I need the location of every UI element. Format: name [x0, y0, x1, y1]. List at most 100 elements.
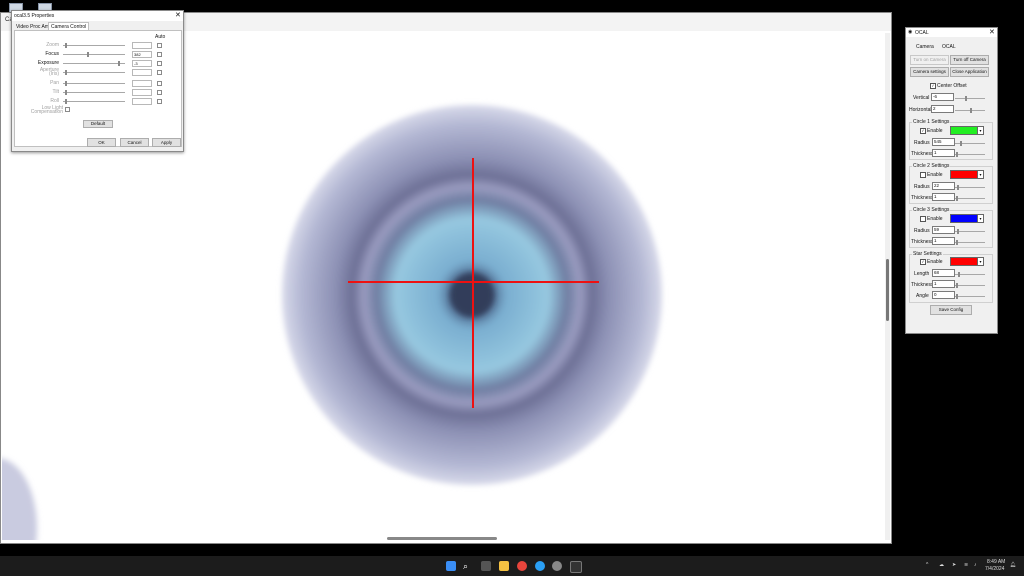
circle3-radius-slider[interactable]	[955, 229, 985, 234]
exposure-slider[interactable]	[63, 61, 125, 66]
circle2-color-swatch[interactable]	[950, 170, 978, 179]
focus-value[interactable]: 382	[132, 51, 152, 58]
circle1-thickness-label: Thickness	[911, 151, 934, 157]
center-offset-label: Center Offset	[937, 83, 967, 89]
row-aperture: Aperture (Iris)	[15, 68, 181, 78]
circle3-thickness-slider[interactable]	[955, 240, 985, 245]
row-tilt: Tilt	[15, 88, 181, 96]
file-explorer-icon[interactable]	[499, 561, 509, 571]
default-button[interactable]: Default	[83, 120, 113, 128]
send-icon[interactable]: ➤	[952, 562, 956, 568]
star-angle-slider[interactable]	[955, 294, 985, 299]
circle2-radius-input[interactable]: 22	[932, 182, 955, 190]
chevron-down-icon[interactable]: ▾	[977, 126, 984, 135]
chevron-down-icon[interactable]: ▾	[977, 170, 984, 179]
save-config-button[interactable]: Save Config	[930, 305, 972, 315]
menu-camera[interactable]: Camera	[916, 44, 934, 50]
circle2-enable-checkbox[interactable]	[920, 172, 926, 178]
app-icon: ◉	[908, 29, 913, 35]
search-icon[interactable]: ⌕	[463, 561, 473, 571]
camera-settings-button[interactable]: Camera settings	[910, 67, 949, 77]
star-length-slider[interactable]	[955, 272, 985, 277]
zoom-auto-checkbox[interactable]	[157, 43, 162, 48]
pan-slider[interactable]	[63, 81, 125, 86]
horizontal-input[interactable]: 2	[931, 105, 954, 113]
vertical-scrollbar[interactable]	[885, 33, 890, 540]
horizontal-scroll-thumb[interactable]	[387, 537, 497, 540]
exposure-auto-checkbox[interactable]	[157, 61, 162, 66]
wifi-icon[interactable]: ≋	[964, 562, 968, 568]
zoom-value[interactable]	[132, 42, 152, 49]
chrome-icon[interactable]	[517, 561, 527, 571]
circle3-color-swatch[interactable]	[950, 214, 978, 223]
aperture-slider[interactable]	[63, 70, 125, 75]
close-application-button[interactable]: Close Application	[950, 67, 989, 77]
vertical-input[interactable]: -6	[931, 93, 954, 101]
chevron-down-icon[interactable]: ▾	[977, 214, 984, 223]
circle1-radius-input[interactable]: 545	[932, 138, 955, 146]
circle1-color-swatch[interactable]	[950, 126, 978, 135]
cloud-icon[interactable]: ☁	[939, 562, 944, 568]
close-icon[interactable]: ✕	[989, 28, 995, 36]
horizontal-slider[interactable]	[955, 108, 985, 113]
star-enable-checkbox[interactable]: ✓	[920, 259, 926, 265]
tilt-auto-checkbox[interactable]	[157, 90, 162, 95]
roll-value[interactable]	[132, 98, 152, 105]
apply-button[interactable]: Apply	[152, 138, 181, 147]
tilt-value[interactable]	[132, 89, 152, 96]
circle2-thickness-input[interactable]: 1	[932, 193, 955, 201]
star-title: Star Settings	[912, 251, 943, 257]
volume-icon[interactable]: ♪	[974, 562, 977, 568]
low-light-checkbox[interactable]	[65, 107, 70, 112]
focus-auto-checkbox[interactable]	[157, 52, 162, 57]
circle3-enable-checkbox[interactable]	[920, 216, 926, 222]
aperture-value[interactable]	[132, 69, 152, 76]
ok-button[interactable]: OK	[87, 138, 116, 147]
row-label: Pan	[50, 80, 59, 86]
circle3-thickness-label: Thickness	[911, 239, 934, 245]
roll-slider[interactable]	[63, 99, 125, 104]
star-angle-input[interactable]: 0	[932, 291, 955, 299]
star-length-input[interactable]: 68	[932, 269, 955, 277]
app-icon[interactable]	[535, 561, 545, 571]
circle1-thickness-input[interactable]: 1	[932, 149, 955, 157]
notification-icon[interactable]: 🔔︎	[1010, 562, 1016, 568]
camera-app-icon[interactable]	[570, 561, 582, 573]
star-thickness-slider[interactable]	[955, 283, 985, 288]
clock-time[interactable]: 8:49 AM	[987, 559, 1005, 565]
pan-value[interactable]	[132, 80, 152, 87]
menu-ocal[interactable]: OCAL	[942, 44, 956, 50]
circle3-radius-input[interactable]: 59	[932, 226, 955, 234]
circle1-thickness-slider[interactable]	[955, 152, 985, 157]
roll-auto-checkbox[interactable]	[157, 99, 162, 104]
start-icon[interactable]	[446, 561, 456, 571]
star-thickness-input[interactable]: 1	[932, 280, 955, 288]
exposure-value[interactable]: -3	[132, 60, 152, 67]
pan-auto-checkbox[interactable]	[157, 81, 162, 86]
circle2-thickness-slider[interactable]	[955, 196, 985, 201]
star-color-swatch[interactable]	[950, 257, 978, 266]
clock-date[interactable]: 7/4/2024	[985, 566, 1004, 572]
zoom-slider[interactable]	[63, 43, 125, 48]
center-offset-checkbox[interactable]: ✓	[930, 83, 936, 89]
ocal-titlebar: ◉ OCAL ✕	[906, 28, 997, 37]
vertical-slider[interactable]	[955, 96, 985, 101]
task-view-icon[interactable]	[481, 561, 491, 571]
taskbar: ⌕ ^ ☁ ➤ ≋ ♪ 8:49 AM 7/4/2024 🔔︎	[0, 556, 1024, 576]
tilt-slider[interactable]	[63, 90, 125, 95]
close-icon[interactable]: ✕	[175, 11, 181, 19]
circle1-radius-slider[interactable]	[955, 141, 985, 146]
cancel-button[interactable]: Cancel	[120, 138, 149, 147]
aperture-auto-checkbox[interactable]	[157, 70, 162, 75]
vertical-scroll-thumb[interactable]	[886, 259, 889, 321]
circle2-radius-slider[interactable]	[955, 185, 985, 190]
turn-off-camera-button[interactable]: Turn off Camera	[950, 55, 989, 65]
circle1-enable-checkbox[interactable]: ✓	[920, 128, 926, 134]
auto-header: Auto	[155, 34, 166, 40]
app-icon[interactable]	[552, 561, 562, 571]
turn-on-camera-button[interactable]: Turn on Camera	[910, 55, 949, 65]
chevron-up-icon[interactable]: ^	[926, 562, 928, 568]
circle3-thickness-input[interactable]: 1	[932, 237, 955, 245]
focus-slider[interactable]	[63, 52, 125, 57]
chevron-down-icon[interactable]: ▾	[977, 257, 984, 266]
